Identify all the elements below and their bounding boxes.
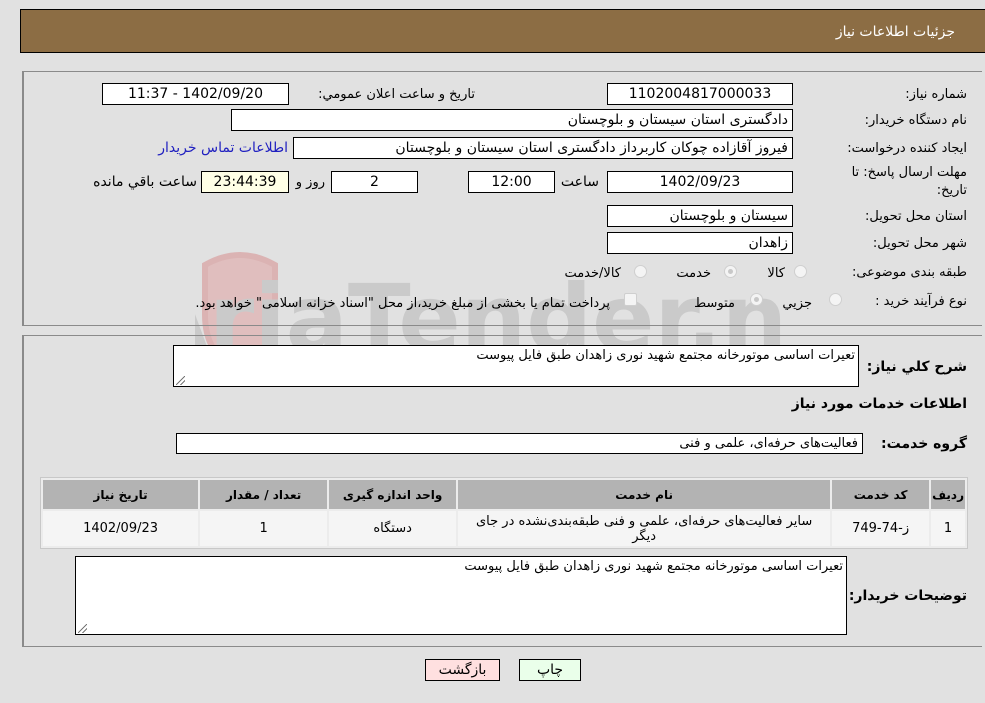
table-row: 1 ز-74-749 سایر فعالیت‌های حرفه‌ای، علمی… [43, 511, 965, 546]
remaining-label: ساعت باقي مانده [93, 174, 197, 190]
process-option-minor: جزيي [782, 296, 812, 311]
days-remaining-field: 2 [331, 171, 418, 193]
creator-field: فیروز آقازاده چوکان کاربرداز دادگستری اس… [293, 137, 793, 159]
remaining-time-field: 23:44:39 [201, 171, 289, 193]
category-radio-goods[interactable] [794, 265, 807, 278]
buyer-notes-textarea[interactable]: تعیرات اساسی موتورخانه مجتمع شهید نوری ز… [75, 556, 847, 635]
buyer-org-label: نام دستگاه خریدار: [864, 113, 967, 128]
cell-unit: دستگاه [329, 511, 457, 546]
buyer-notes-label: توضیحات خریدار: [848, 588, 967, 604]
process-label: نوع فرآیند خرید : [875, 294, 967, 309]
table-header-row: ردیف کد خدمت نام خدمت واحد اندازه گیری ت… [43, 480, 965, 509]
treasury-checkbox[interactable] [624, 293, 637, 306]
col-header-code: کد خدمت [832, 480, 930, 509]
process-radio-minor[interactable] [829, 293, 842, 306]
service-group-field: فعالیت‌های حرفه‌ای، علمی و فنی [176, 433, 863, 454]
col-header-unit: واحد اندازه گیری [329, 480, 457, 509]
page-title: جزئیات اطلاعات نیاز [835, 24, 955, 40]
announce-label: تاریخ و ساعت اعلان عمومي: [318, 87, 475, 102]
category-option-goods-service: کالا/خدمت [564, 266, 621, 281]
page-header: جزئیات اطلاعات نیاز [20, 9, 985, 53]
description-textarea[interactable]: تعیرات اساسی موتورخانه مجتمع شهید نوری ز… [173, 345, 859, 387]
resize-grip-icon[interactable] [78, 624, 87, 633]
cell-quantity: 1 [200, 511, 328, 546]
days-label: روز و [295, 175, 325, 190]
province-label: استان محل تحویل: [865, 209, 967, 224]
category-option-service: خدمت [676, 266, 711, 281]
category-option-goods: کالا [767, 266, 785, 281]
buyer-notes-text: تعیرات اساسی موتورخانه مجتمع شهید نوری ز… [464, 559, 843, 574]
back-button[interactable]: بازگشت [425, 659, 500, 681]
cell-name: سایر فعالیت‌های حرفه‌ای، علمی و فنی طبقه… [458, 511, 831, 546]
time-label: ساعت [560, 174, 599, 190]
deadline-label-date: تاریخ: [936, 183, 967, 198]
cell-date: 1402/09/23 [43, 511, 199, 546]
need-number-label: شماره نیاز: [905, 87, 967, 102]
announce-datetime-field: 1402/09/20 - 11:37 [102, 83, 289, 105]
province-field: سیستان و بلوچستان [607, 205, 793, 227]
category-label: طبقه بندی موضوعی: [851, 265, 967, 280]
print-button[interactable]: چاپ [519, 659, 581, 681]
deadline-label: مهلت ارسال پاسخ: تا [851, 165, 967, 180]
col-header-quantity: تعداد / مقدار [200, 480, 328, 509]
service-group-label: گروه خدمت: [881, 436, 967, 452]
city-field: زاهدان [607, 232, 793, 254]
process-radio-medium[interactable] [750, 293, 763, 306]
description-label: شرح کلي نیاز: [866, 359, 967, 375]
cell-index: 1 [931, 511, 965, 546]
services-table: ردیف کد خدمت نام خدمت واحد اندازه گیری ت… [40, 477, 968, 549]
col-header-name: نام خدمت [458, 480, 831, 509]
resize-grip-icon[interactable] [176, 376, 185, 385]
cell-code: ز-74-749 [832, 511, 930, 546]
category-radio-service[interactable] [724, 265, 737, 278]
col-header-date: تاریخ نیاز [43, 480, 199, 509]
category-radio-goods-service[interactable] [634, 265, 647, 278]
process-option-medium: متوسط [694, 296, 735, 311]
deadline-time-field: 12:00 [468, 171, 555, 193]
col-header-index: ردیف [931, 480, 965, 509]
need-number-field: 1102004817000033 [607, 83, 793, 105]
services-section-title: اطلاعات خدمات مورد نیاز [791, 396, 967, 412]
buyer-contact-link[interactable]: اطلاعات تماس خریدار [158, 140, 288, 156]
city-label: شهر محل تحویل: [872, 236, 967, 251]
description-text: تعیرات اساسی موتورخانه مجتمع شهید نوری ز… [476, 348, 855, 363]
buyer-org-field: دادگستری استان سیستان و بلوچستان [231, 109, 793, 131]
treasury-checkbox-label: پرداخت تمام یا بخشی از مبلغ خرید،از محل … [195, 296, 610, 311]
creator-label: ایجاد کننده درخواست: [847, 141, 967, 156]
deadline-date-field: 1402/09/23 [607, 171, 793, 193]
